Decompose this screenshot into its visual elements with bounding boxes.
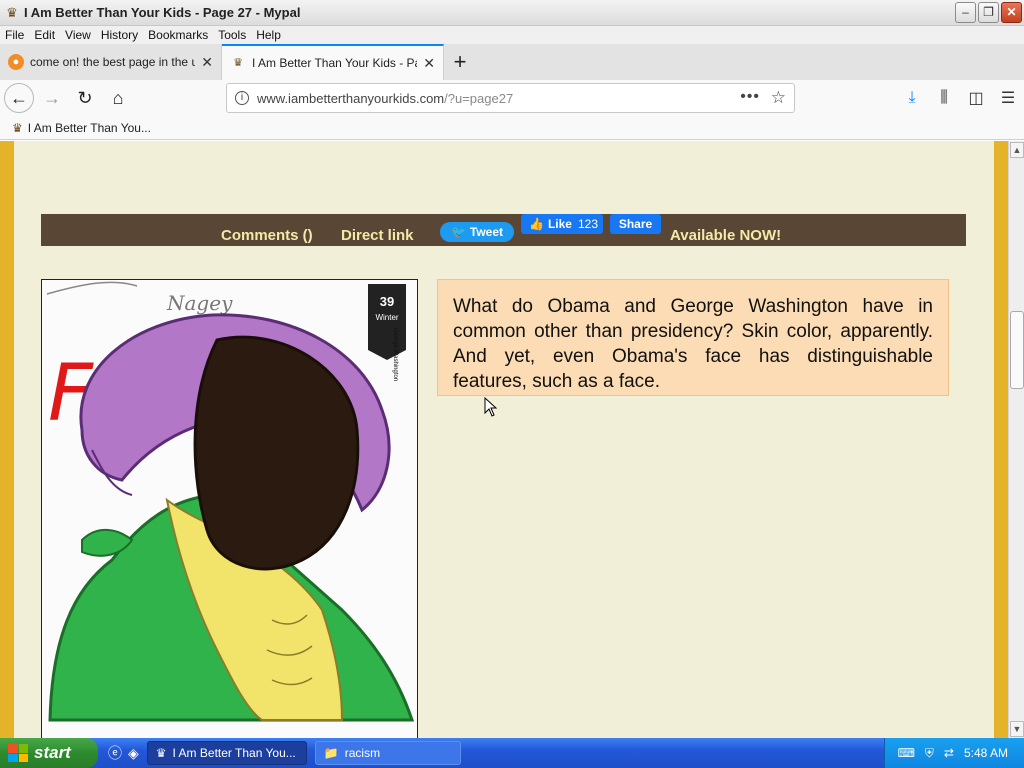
mypal-app-icon: ♛ <box>6 4 18 20</box>
comments-link[interactable]: Comments () <box>221 227 313 244</box>
web-page: Comments () Direct link 🐦 Tweet 👍 Like 1… <box>0 141 1008 738</box>
menu-bar: File Edit View History Bookmarks Tools H… <box>0 26 1024 44</box>
page-actions-icon[interactable]: ••• <box>740 88 760 106</box>
coloring-page-image: Nagey 39 Winter George Washington F <box>41 279 418 738</box>
folder-icon: 📁 <box>323 746 339 760</box>
tab-iambetter[interactable]: ♛ I Am Better Than Your Kids - Page ✕ <box>222 44 444 80</box>
bookmark-label: I Am Better Than You... <box>27 120 151 135</box>
window-title: I Am Better Than Your Kids - Page 27 - M… <box>24 5 301 20</box>
available-now-link[interactable]: Available NOW! <box>670 227 781 244</box>
windows-taskbar: start ⓔ ◈ ♛ I Am Better Than You... 📁 ra… <box>0 738 1024 768</box>
navigation-toolbar: ← → ↻ ⌂ i www.iambetterthanyourkids.com /… <box>0 80 1024 116</box>
library-icon[interactable]: ⫼ <box>928 89 960 107</box>
clock: 5:48 AM <box>963 746 1008 760</box>
menu-view[interactable]: View <box>60 28 96 42</box>
network-icon[interactable]: ⇄ <box>944 746 954 760</box>
menu-hamburger-icon[interactable]: ☰ <box>992 88 1024 108</box>
twitter-bird-icon: 🐦 <box>450 225 466 239</box>
name-scribble: Nagey <box>166 291 233 315</box>
menu-edit[interactable]: Edit <box>29 28 60 42</box>
restore-button[interactable]: ❐ <box>978 2 999 23</box>
taskbar-item-browser[interactable]: ♛ I Am Better Than You... <box>146 741 307 765</box>
tab-label: come on! the best page in the uni <box>30 55 196 69</box>
crown-icon: ♛ <box>233 57 243 69</box>
badge-caption: George Washington <box>392 328 398 381</box>
keyboard-icon[interactable]: ⌨ <box>898 746 915 760</box>
start-label: start <box>34 743 71 762</box>
sidebar-icon[interactable]: ◫ <box>960 88 992 108</box>
home-button[interactable]: ⌂ <box>103 83 133 113</box>
like-label: Like <box>547 217 572 231</box>
tab-bar: ● come on! the best page in the uni ✕ ♛ … <box>0 44 1024 80</box>
scroll-down-arrow-icon[interactable]: ▼ <box>1010 721 1024 737</box>
forward-button[interactable]: → <box>37 83 67 113</box>
menu-help[interactable]: Help <box>251 28 286 42</box>
bookmarks-toolbar: ♛ I Am Better Than You... <box>0 116 1024 140</box>
menu-tools[interactable]: Tools <box>213 28 251 42</box>
url-host: www.iambetterthanyourkids.com <box>257 90 445 106</box>
tweet-button[interactable]: 🐦 Tweet <box>440 222 514 242</box>
right-gold-border <box>994 141 1008 738</box>
share-bar: Comments () Direct link 🐦 Tweet 👍 Like 1… <box>41 214 966 246</box>
url-path: /?u=page27 <box>444 90 514 106</box>
tab-close-icon[interactable]: ✕ <box>423 55 435 72</box>
vertical-scrollbar[interactable]: ▲ ▼ <box>1008 141 1024 738</box>
quick-launch: ⓔ ◈ <box>108 743 139 763</box>
taskbar-item-label: racism <box>344 746 381 760</box>
tab-label: I Am Better Than Your Kids - Page <box>252 56 418 70</box>
mouse-cursor-icon <box>484 397 498 417</box>
like-count: 123 <box>577 217 598 231</box>
bookmark-item[interactable]: ♛ I Am Better Than You... <box>12 121 151 135</box>
taskbar-item-label: I Am Better Than You... <box>172 746 296 760</box>
tab-close-icon[interactable]: ✕ <box>201 54 213 71</box>
start-button[interactable]: start <box>0 738 98 768</box>
site-info-icon[interactable]: i <box>235 91 249 105</box>
crown-icon: ♛ <box>155 746 167 760</box>
joke-caption: What do Obama and George Washington have… <box>437 279 949 396</box>
menu-bookmarks[interactable]: Bookmarks <box>143 28 213 42</box>
crown-icon: ♛ <box>12 120 23 135</box>
minimize-button[interactable]: – <box>955 2 976 23</box>
menu-file[interactable]: File <box>0 28 29 42</box>
security-shield-icon[interactable]: ⛨ <box>925 746 934 761</box>
menu-history[interactable]: History <box>96 28 143 42</box>
scroll-thumb[interactable] <box>1010 311 1024 389</box>
tweet-label: Tweet <box>469 225 504 239</box>
window-titlebar: ♛ I Am Better Than Your Kids - Page 27 -… <box>0 0 1024 26</box>
windows-logo-icon <box>8 744 28 762</box>
window-controls: – ❐ ✕ <box>955 2 1022 23</box>
direct-link[interactable]: Direct link <box>341 227 414 244</box>
reload-button[interactable]: ↻ <box>70 83 100 113</box>
new-tab-button[interactable]: + <box>444 44 476 80</box>
tab-reddit[interactable]: ● come on! the best page in the uni ✕ <box>0 44 222 80</box>
left-gold-border <box>0 141 14 738</box>
close-button[interactable]: ✕ <box>1001 2 1022 23</box>
scroll-up-arrow-icon[interactable]: ▲ <box>1010 142 1024 158</box>
toolbar-right: ⤓ ⫼ ◫ ☰ <box>896 80 1024 116</box>
ie-icon[interactable]: ⓔ <box>108 743 122 763</box>
badge-word: Winter <box>375 313 398 322</box>
taskbar-item-folder[interactable]: 📁 racism <box>314 741 461 765</box>
address-bar[interactable]: i www.iambetterthanyourkids.com/?u=page2… <box>226 83 795 113</box>
reddit-icon: ● <box>8 54 24 70</box>
facebook-share-button[interactable]: Share <box>610 214 661 234</box>
system-tray: ⌨ ⛨ ⇄ 5:48 AM <box>884 738 1024 768</box>
browser-launch-icon[interactable]: ◈ <box>128 745 139 762</box>
washington-drawing: Nagey 39 Winter George Washington F <box>42 280 417 738</box>
badge-number: 39 <box>380 294 394 309</box>
back-button[interactable]: ← <box>4 83 34 113</box>
bookmark-star-icon[interactable]: ☆ <box>771 88 786 108</box>
facebook-like-button[interactable]: 👍 Like 123 <box>521 214 603 234</box>
downloads-icon[interactable]: ⤓ <box>896 89 928 107</box>
share-label: Share <box>618 217 653 231</box>
thumbs-up-icon: 👍 <box>529 217 544 231</box>
